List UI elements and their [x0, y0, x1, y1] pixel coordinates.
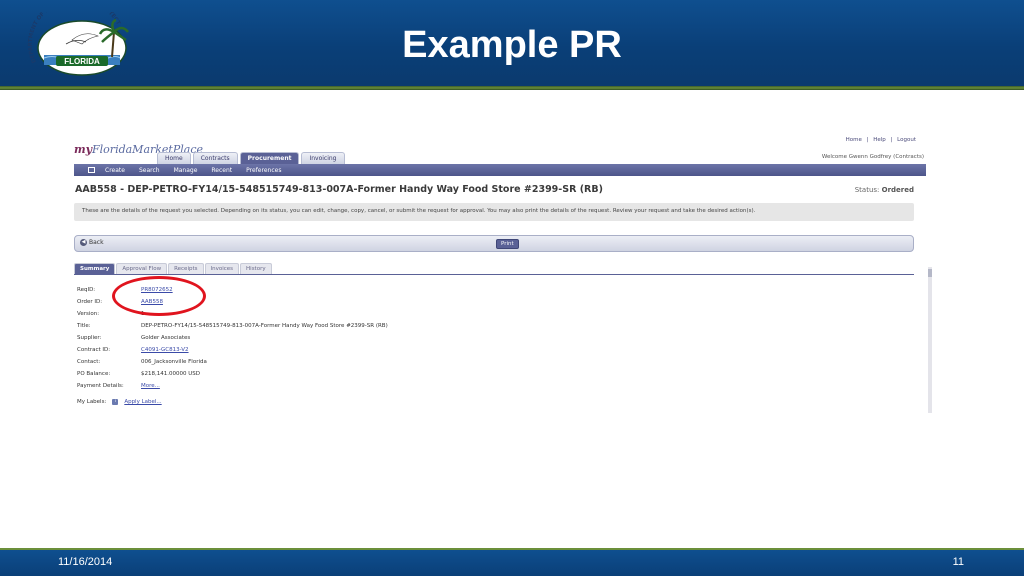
header-rule — [0, 86, 1024, 90]
print-button[interactable]: Print — [496, 239, 519, 249]
my-labels-row: My Labels: i Apply Label... — [77, 399, 162, 405]
detail-label: Supplier: — [77, 335, 102, 341]
back-button[interactable]: ◀ Back — [80, 239, 104, 246]
info-message: These are the details of the request you… — [74, 203, 914, 221]
tab-approval-flow[interactable]: Approval Flow — [116, 263, 168, 274]
action-bar: ◀ Back Print — [74, 235, 914, 252]
slide-header: DEPARTMENT OF ENVIRONMENTAL PROTECTION F… — [0, 0, 1024, 86]
page-number: 11 — [952, 556, 964, 568]
title-value: DEP-PETRO-FY14/15-548515749-813-007A-For… — [141, 323, 388, 329]
nav-preferences[interactable]: Preferences — [246, 167, 281, 174]
nav-recent[interactable]: Recent — [211, 167, 232, 174]
logout-link[interactable]: Logout — [897, 137, 916, 143]
request-title: AAB558 - DEP-PETRO-FY14/15-548515749-813… — [75, 184, 603, 195]
detail-label: Payment Details: — [77, 383, 124, 389]
top-tabs: Home Contracts Procurement Invoicing — [157, 152, 345, 164]
po-balance-value: $218,141.00000 USD — [141, 371, 200, 377]
tab-procurement[interactable]: Procurement — [239, 152, 300, 164]
detail-label: Contact: — [77, 359, 101, 365]
contract-id-link[interactable]: C4091-GC813-V2 — [141, 347, 189, 353]
more-link[interactable]: More... — [141, 383, 160, 389]
slide: DEPARTMENT OF ENVIRONMENTAL PROTECTION F… — [0, 0, 1024, 576]
nav-bar: Create Search Manage Recent Preferences — [74, 164, 926, 176]
status-value: Ordered — [881, 186, 914, 194]
link-separator: | — [890, 137, 893, 143]
status-badge: Status: Ordered — [855, 186, 914, 194]
footer-date: 11/16/2014 — [58, 556, 113, 568]
detail-label: Version: — [77, 311, 100, 317]
back-arrow-icon: ◀ — [80, 239, 87, 246]
tab-receipts[interactable]: Receipts — [168, 263, 204, 274]
top-links: Home | Help | Logout — [843, 137, 916, 143]
tab-home[interactable]: Home — [157, 152, 191, 164]
scrollbar[interactable] — [928, 267, 932, 413]
tab-contracts[interactable]: Contracts — [192, 152, 238, 164]
tab-invoicing[interactable]: Invoicing — [301, 152, 345, 164]
home-link[interactable]: Home — [846, 137, 862, 143]
status-label: Status: — [854, 186, 880, 194]
link-separator: | — [866, 137, 869, 143]
detail-label: PO Balance: — [77, 371, 111, 377]
slide-footer: 11/16/2014 11 — [0, 550, 1024, 576]
help-link[interactable]: Help — [873, 137, 886, 143]
menu-icon[interactable] — [88, 167, 95, 173]
info-icon[interactable]: i — [112, 399, 119, 405]
detail-label: Title: — [77, 323, 91, 329]
welcome-text: Welcome Gwenn Godfrey (Contracts) — [821, 154, 924, 160]
detail-tabs: Summary Approval Flow Receipts Invoices … — [74, 263, 272, 274]
app-screenshot: Home | Help | Logout myFloridaMarketPlac… — [62, 137, 934, 415]
contact-value: 006_Jacksonville Florida — [141, 359, 207, 365]
apply-label-link[interactable]: Apply Label... — [124, 399, 161, 405]
nav-manage[interactable]: Manage — [174, 167, 198, 174]
supplier-value: Golder Associates — [141, 335, 191, 341]
tab-summary[interactable]: Summary — [74, 263, 116, 274]
scrollbar-thumb[interactable] — [928, 269, 932, 277]
tab-invoices[interactable]: Invoices — [204, 263, 240, 274]
nav-create[interactable]: Create — [105, 167, 125, 174]
logo-my: my — [74, 143, 93, 156]
tab-history[interactable]: History — [240, 263, 272, 274]
detail-label: Contract ID: — [77, 347, 111, 353]
my-labels-label: My Labels: — [77, 399, 107, 405]
slide-title: Example PR — [402, 24, 622, 66]
back-label: Back — [89, 239, 104, 246]
tab-underline — [74, 274, 914, 275]
highlight-circle — [112, 276, 206, 316]
nav-search[interactable]: Search — [139, 167, 160, 174]
